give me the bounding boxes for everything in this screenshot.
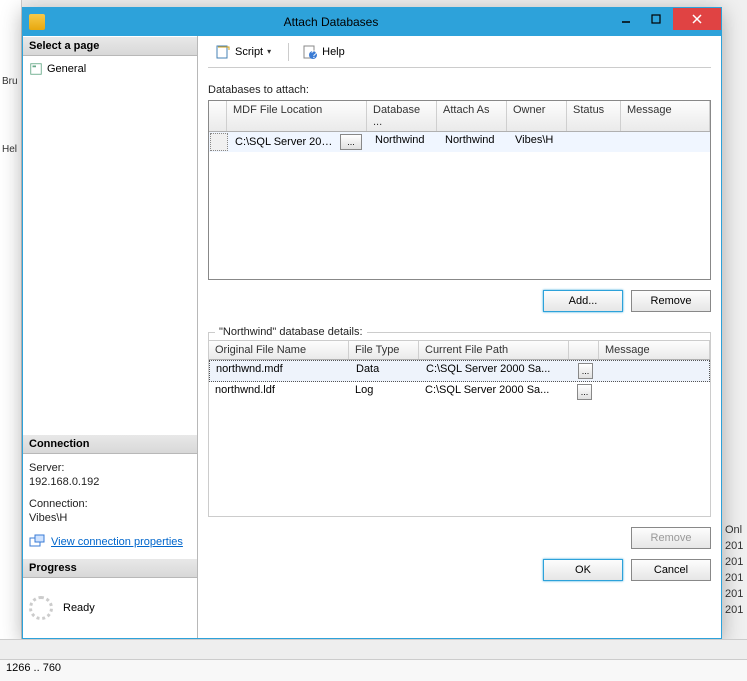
cell-attach-as[interactable]: Northwind (439, 132, 509, 152)
left-pane: Select a page General Connection Server:… (23, 36, 198, 638)
cell-owner[interactable]: Vibes\H (509, 132, 569, 152)
table-row[interactable]: C:\SQL Server 2000... ... Northwind Nort… (209, 132, 710, 152)
databases-to-attach-grid[interactable]: MDF File Location Database ... Attach As… (208, 100, 711, 280)
window-title: Attach Databases (51, 15, 611, 29)
progress-section: Ready (23, 578, 197, 638)
background-toolbar (0, 639, 747, 659)
col-database[interactable]: Database ... (367, 101, 437, 131)
cell-file-type: Data (350, 361, 420, 381)
page-item-label: General (47, 63, 86, 75)
cell-file-path[interactable]: C:\SQL Server 2000 Sa... (419, 382, 569, 402)
connection-value: Vibes\H (29, 512, 191, 524)
help-button[interactable]: ? Help (295, 41, 352, 63)
close-button[interactable] (673, 8, 721, 30)
col-owner[interactable]: Owner (507, 101, 567, 131)
cell-file-name[interactable]: northwnd.mdf (210, 361, 350, 381)
bg-text: 201 (725, 604, 745, 616)
progress-header: Progress (23, 558, 197, 578)
database-details-fieldset: "Northwind" database details: Original F… (208, 326, 711, 517)
status-text: 1266 .. 760 (6, 662, 61, 674)
spinner-icon (29, 596, 53, 620)
connection-label: Connection: (29, 498, 191, 510)
grid-header-row: Original File Name File Type Current Fil… (209, 341, 710, 360)
server-label: Server: (29, 462, 191, 474)
database-details-grid[interactable]: Original File Name File Type Current Fil… (209, 340, 710, 516)
row-header-col (209, 101, 227, 131)
minimize-button[interactable] (611, 8, 641, 30)
help-icon: ? (302, 44, 318, 60)
progress-status: Ready (63, 602, 95, 614)
details-remove-button: Remove (631, 527, 711, 549)
svg-text:?: ? (311, 49, 317, 60)
add-button[interactable]: Add... (543, 290, 623, 312)
titlebar[interactable]: Attach Databases (23, 8, 721, 36)
databases-to-attach-label: Databases to attach: (208, 84, 711, 96)
cell-file-path[interactable]: C:\SQL Server 2000 Sa... (420, 361, 570, 381)
cell-mdf: C:\SQL Server 2000... (235, 136, 338, 148)
server-value: 192.168.0.192 (29, 476, 191, 488)
script-icon (215, 44, 231, 60)
remove-button[interactable]: Remove (631, 290, 711, 312)
col-message[interactable]: Message (621, 101, 710, 131)
cell-message (599, 382, 710, 402)
maximize-button[interactable] (641, 8, 671, 30)
bg-text: Onl (725, 524, 745, 536)
col-message[interactable]: Message (599, 341, 710, 359)
cell-database[interactable]: Northwind (369, 132, 439, 152)
cell-file-type: Log (349, 382, 419, 402)
col-original-name[interactable]: Original File Name (209, 341, 349, 359)
details-legend: "Northwind" database details: (215, 326, 367, 338)
cell-message (623, 132, 710, 152)
view-connection-properties-link[interactable]: View connection properties (51, 536, 183, 548)
browse-button[interactable]: ... (340, 134, 362, 150)
col-file-type[interactable]: File Type (349, 341, 419, 359)
cancel-button[interactable]: Cancel (631, 559, 711, 581)
cell-status (569, 132, 623, 152)
bg-text: 201 (725, 588, 745, 600)
page-item-general[interactable]: General (29, 60, 191, 78)
bg-truncated-text: Bru (2, 76, 18, 87)
help-label: Help (322, 46, 345, 58)
ok-button[interactable]: OK (543, 559, 623, 581)
script-button[interactable]: Script ▾ (208, 41, 282, 63)
row-selector[interactable] (210, 133, 228, 151)
background-panel-left: Bru Hel (0, 0, 22, 681)
table-row[interactable]: northwnd.ldf Log C:\SQL Server 2000 Sa..… (209, 382, 710, 402)
col-browse (569, 341, 599, 359)
background-statusbar: 1266 .. 760 (0, 659, 747, 681)
grid-header-row: MDF File Location Database ... Attach As… (209, 101, 710, 132)
properties-icon (29, 534, 45, 550)
browse-button[interactable]: ... (577, 384, 592, 400)
select-page-header: Select a page (23, 36, 197, 56)
cell-file-name[interactable]: northwnd.ldf (209, 382, 349, 402)
attach-databases-dialog: Attach Databases Select a page General C… (22, 7, 722, 639)
connection-section: Server: 192.168.0.192 Connection: Vibes\… (23, 454, 197, 558)
col-status[interactable]: Status (567, 101, 621, 131)
bg-text: 201 (725, 540, 745, 552)
browse-button[interactable]: ... (578, 363, 593, 379)
right-pane: Script ▾ ? Help Databases to attach: MDF… (198, 36, 721, 638)
page-list: General (23, 56, 197, 434)
col-mdf[interactable]: MDF File Location (227, 101, 367, 131)
col-current-path[interactable]: Current File Path (419, 341, 569, 359)
toolbar-separator (288, 43, 289, 61)
table-row[interactable]: northwnd.mdf Data C:\SQL Server 2000 Sa.… (209, 360, 710, 382)
bg-text: 201 (725, 572, 745, 584)
connection-header: Connection (23, 434, 197, 454)
cell-message (600, 361, 709, 381)
background-panel-right: Onl 201 201 201 201 201 (723, 520, 747, 624)
script-label: Script (235, 46, 263, 58)
bg-text: 201 (725, 556, 745, 568)
col-attach-as[interactable]: Attach As (437, 101, 507, 131)
bg-truncated-text: Hel (2, 144, 17, 155)
chevron-down-icon: ▾ (267, 47, 275, 56)
toolbar: Script ▾ ? Help (208, 40, 711, 68)
page-icon (29, 62, 43, 76)
database-icon (29, 14, 45, 30)
